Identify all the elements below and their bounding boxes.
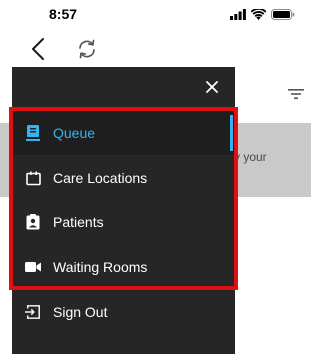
menu-item-sign-out[interactable]: Sign Out bbox=[12, 290, 235, 334]
refresh-icon bbox=[79, 39, 95, 59]
queue-icon bbox=[25, 125, 41, 141]
background-partial-text: y your bbox=[234, 150, 267, 164]
menu-item-care-locations[interactable]: Care Locations bbox=[12, 156, 235, 200]
menu-item-label: Waiting Rooms bbox=[53, 259, 148, 275]
battery-icon bbox=[271, 9, 295, 20]
menu-item-patients[interactable]: Patients bbox=[12, 200, 235, 244]
active-indicator bbox=[230, 115, 233, 151]
wifi-icon bbox=[251, 9, 266, 20]
back-button[interactable] bbox=[26, 34, 50, 64]
menu-item-waiting-rooms[interactable]: Waiting Rooms bbox=[12, 245, 235, 289]
chevron-left-icon bbox=[32, 38, 44, 60]
refresh-button[interactable] bbox=[74, 36, 100, 62]
drawer-close-button[interactable] bbox=[204, 79, 220, 95]
menu-item-queue[interactable]: Queue bbox=[12, 111, 235, 155]
sign-out-icon bbox=[25, 304, 41, 320]
waiting-rooms-icon bbox=[25, 259, 41, 275]
menu-item-label: Queue bbox=[53, 125, 96, 141]
menu-item-label: Care Locations bbox=[53, 170, 148, 186]
menu-item-label: Patients bbox=[53, 214, 104, 230]
status-bar: 8:57 bbox=[0, 0, 311, 30]
navigation-drawer: Queue Care Locations Patients Waiting Ro… bbox=[12, 67, 235, 354]
status-icons bbox=[230, 9, 295, 20]
care-locations-icon bbox=[25, 170, 41, 186]
patients-icon bbox=[25, 214, 41, 230]
filter-icon[interactable] bbox=[287, 87, 305, 101]
close-icon bbox=[206, 81, 218, 93]
signal-icon bbox=[230, 9, 246, 20]
top-nav-bar bbox=[0, 30, 311, 67]
menu-item-label: Sign Out bbox=[53, 304, 108, 320]
status-time: 8:57 bbox=[49, 6, 78, 22]
